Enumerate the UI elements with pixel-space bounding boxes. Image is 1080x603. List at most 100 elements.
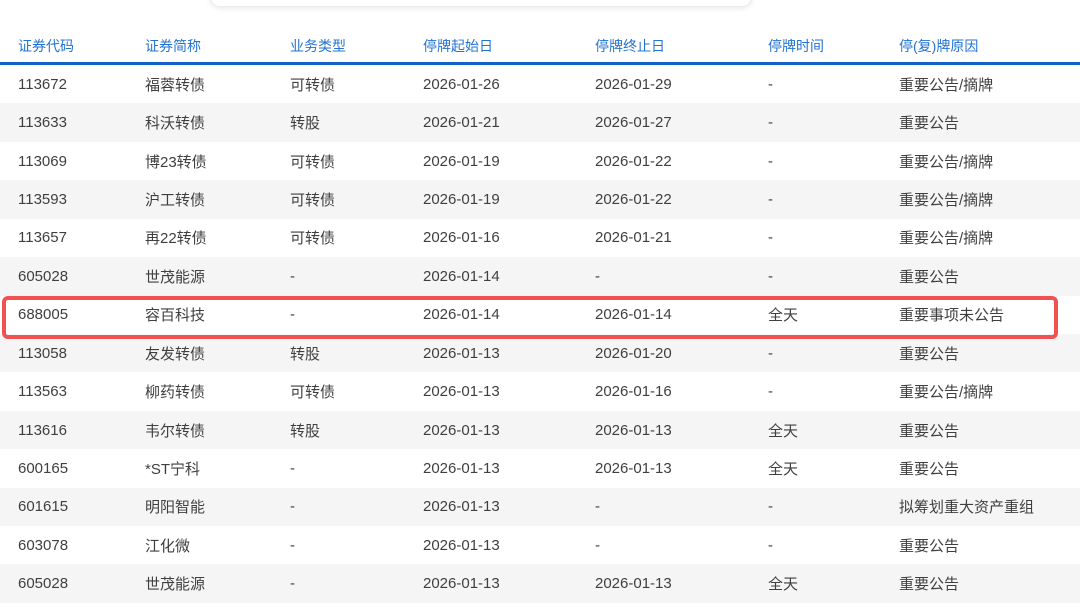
cell-security-name: 韦尔转债 (145, 420, 290, 441)
cell-suspend-start: 2026-01-13 (423, 537, 595, 554)
table-row[interactable]: 605028 世茂能源 - 2026-01-13 2026-01-13 全天 重… (0, 564, 1080, 602)
cell-suspend-reason: 重要公告 (899, 458, 1080, 479)
cell-suspend-start: 2026-01-21 (423, 114, 595, 131)
table-row[interactable]: 113657 再22转债 可转债 2026-01-16 2026-01-21 -… (0, 219, 1080, 257)
column-header-security-name: 证券简称 (145, 36, 290, 56)
column-header-suspend-start: 停牌起始日 (423, 36, 595, 56)
table-row[interactable]: 113616 韦尔转债 转股 2026-01-13 2026-01-13 全天 … (0, 411, 1080, 449)
cell-suspend-time: 全天 (768, 458, 899, 479)
cell-security-code: 603078 (18, 537, 145, 554)
cell-suspend-time: - (768, 537, 899, 554)
cell-security-name: 世茂能源 (145, 266, 290, 287)
cell-suspend-end: 2026-01-13 (595, 575, 768, 592)
cell-suspend-reason: 拟筹划重大资产重组 (899, 496, 1080, 517)
cell-security-name: 明阳智能 (145, 496, 290, 517)
table-row[interactable]: 113058 友发转债 转股 2026-01-13 2026-01-20 - 重… (0, 334, 1080, 372)
cell-suspend-start: 2026-01-14 (423, 306, 595, 323)
cell-suspend-reason: 重要公告 (899, 343, 1080, 364)
table-row[interactable]: 603078 江化微 - 2026-01-13 - - 重要公告 (0, 526, 1080, 564)
cell-business-type: 可转债 (290, 227, 423, 248)
cell-business-type: - (290, 268, 423, 285)
cell-suspend-end: 2026-01-21 (595, 229, 768, 246)
table-row[interactable]: 113593 沪工转债 可转债 2026-01-19 2026-01-22 - … (0, 180, 1080, 218)
table-header-row: 证券代码 证券简称 业务类型 停牌起始日 停牌终止日 停牌时间 停(复)牌原因 (0, 30, 1080, 65)
cell-suspend-reason: 重要公告/摘牌 (899, 381, 1080, 402)
cell-suspend-start: 2026-01-16 (423, 229, 595, 246)
column-header-business-type: 业务类型 (290, 36, 423, 56)
cell-security-name: 江化微 (145, 535, 290, 556)
column-header-suspend-time: 停牌时间 (768, 36, 899, 56)
table-row[interactable]: 600165 *ST宁科 - 2026-01-13 2026-01-13 全天 … (0, 449, 1080, 487)
cell-suspend-reason: 重要公告 (899, 112, 1080, 133)
cell-suspend-reason: 重要公告/摘牌 (899, 189, 1080, 210)
cell-suspend-time: - (768, 191, 899, 208)
cell-business-type: 可转债 (290, 381, 423, 402)
cell-business-type: 转股 (290, 343, 423, 364)
table-row[interactable]: 113672 福蓉转债 可转债 2026-01-26 2026-01-29 - … (0, 65, 1080, 103)
cell-suspend-reason: 重要公告 (899, 535, 1080, 556)
cell-suspend-start: 2026-01-13 (423, 498, 595, 515)
table-row[interactable]: 601615 明阳智能 - 2026-01-13 - - 拟筹划重大资产重组 (0, 488, 1080, 526)
column-header-suspend-reason: 停(复)牌原因 (899, 36, 1080, 56)
cell-suspend-time: - (768, 383, 899, 400)
cell-business-type: - (290, 460, 423, 477)
cell-security-code: 601615 (18, 498, 145, 515)
cell-suspend-end: 2026-01-16 (595, 383, 768, 400)
cell-suspend-end: 2026-01-22 (595, 153, 768, 170)
cell-suspend-time: - (768, 268, 899, 285)
cell-suspend-reason: 重要公告/摘牌 (899, 227, 1080, 248)
cell-business-type: 可转债 (290, 74, 423, 95)
table-row[interactable]: 113563 柳药转债 可转债 2026-01-13 2026-01-16 - … (0, 372, 1080, 410)
cell-suspend-start: 2026-01-14 (423, 268, 595, 285)
table-body: 113672 福蓉转债 可转债 2026-01-26 2026-01-29 - … (0, 65, 1080, 603)
cell-security-code: 605028 (18, 268, 145, 285)
cell-suspend-end: 2026-01-29 (595, 76, 768, 93)
table-row[interactable]: 688005 容百科技 - 2026-01-14 2026-01-14 全天 重… (0, 296, 1080, 334)
cell-suspend-time: - (768, 153, 899, 170)
cell-suspend-time: 全天 (768, 573, 899, 594)
cell-suspend-end: 2026-01-22 (595, 191, 768, 208)
cell-security-name: 柳药转债 (145, 381, 290, 402)
cell-security-code: 113563 (18, 383, 145, 400)
cell-suspend-reason: 重要公告/摘牌 (899, 151, 1080, 172)
cell-suspend-time: - (768, 229, 899, 246)
cell-security-code: 113657 (18, 229, 145, 246)
cell-security-name: 友发转债 (145, 343, 290, 364)
cell-suspend-end: 2026-01-20 (595, 345, 768, 362)
cell-suspend-end: 2026-01-13 (595, 460, 768, 477)
cell-security-name: 福蓉转债 (145, 74, 290, 95)
cell-security-code: 113069 (18, 153, 145, 170)
cell-suspend-end: 2026-01-13 (595, 422, 768, 439)
top-partial-card (210, 0, 752, 7)
cell-suspend-start: 2026-01-13 (423, 422, 595, 439)
cell-security-name: *ST宁科 (145, 458, 290, 479)
cell-business-type: 转股 (290, 112, 423, 133)
cell-suspend-time: 全天 (768, 304, 899, 325)
cell-security-name: 容百科技 (145, 304, 290, 325)
column-header-security-code: 证券代码 (18, 36, 145, 56)
cell-suspend-end: - (595, 498, 768, 515)
cell-suspend-reason: 重要事项未公告 (899, 304, 1080, 325)
cell-suspend-start: 2026-01-13 (423, 575, 595, 592)
cell-suspend-time: 全天 (768, 420, 899, 441)
table-row[interactable]: 113069 博23转债 可转债 2026-01-19 2026-01-22 -… (0, 142, 1080, 180)
cell-security-code: 688005 (18, 306, 145, 323)
cell-security-code: 113058 (18, 345, 145, 362)
cell-security-code: 605028 (18, 575, 145, 592)
cell-suspend-time: - (768, 76, 899, 93)
cell-business-type: - (290, 498, 423, 515)
cell-suspend-start: 2026-01-13 (423, 383, 595, 400)
cell-suspend-reason: 重要公告 (899, 420, 1080, 441)
column-header-suspend-end: 停牌终止日 (595, 36, 768, 56)
table-row[interactable]: 113633 科沃转债 转股 2026-01-21 2026-01-27 - 重… (0, 103, 1080, 141)
cell-suspend-start: 2026-01-13 (423, 345, 595, 362)
cell-business-type: 转股 (290, 420, 423, 441)
cell-suspend-end: - (595, 537, 768, 554)
cell-security-name: 沪工转债 (145, 189, 290, 210)
cell-business-type: - (290, 306, 423, 323)
cell-suspend-reason: 重要公告/摘牌 (899, 74, 1080, 95)
table-row[interactable]: 605028 世茂能源 - 2026-01-14 - - 重要公告 (0, 257, 1080, 295)
cell-security-code: 113633 (18, 114, 145, 131)
cell-business-type: - (290, 537, 423, 554)
cell-suspend-time: - (768, 114, 899, 131)
